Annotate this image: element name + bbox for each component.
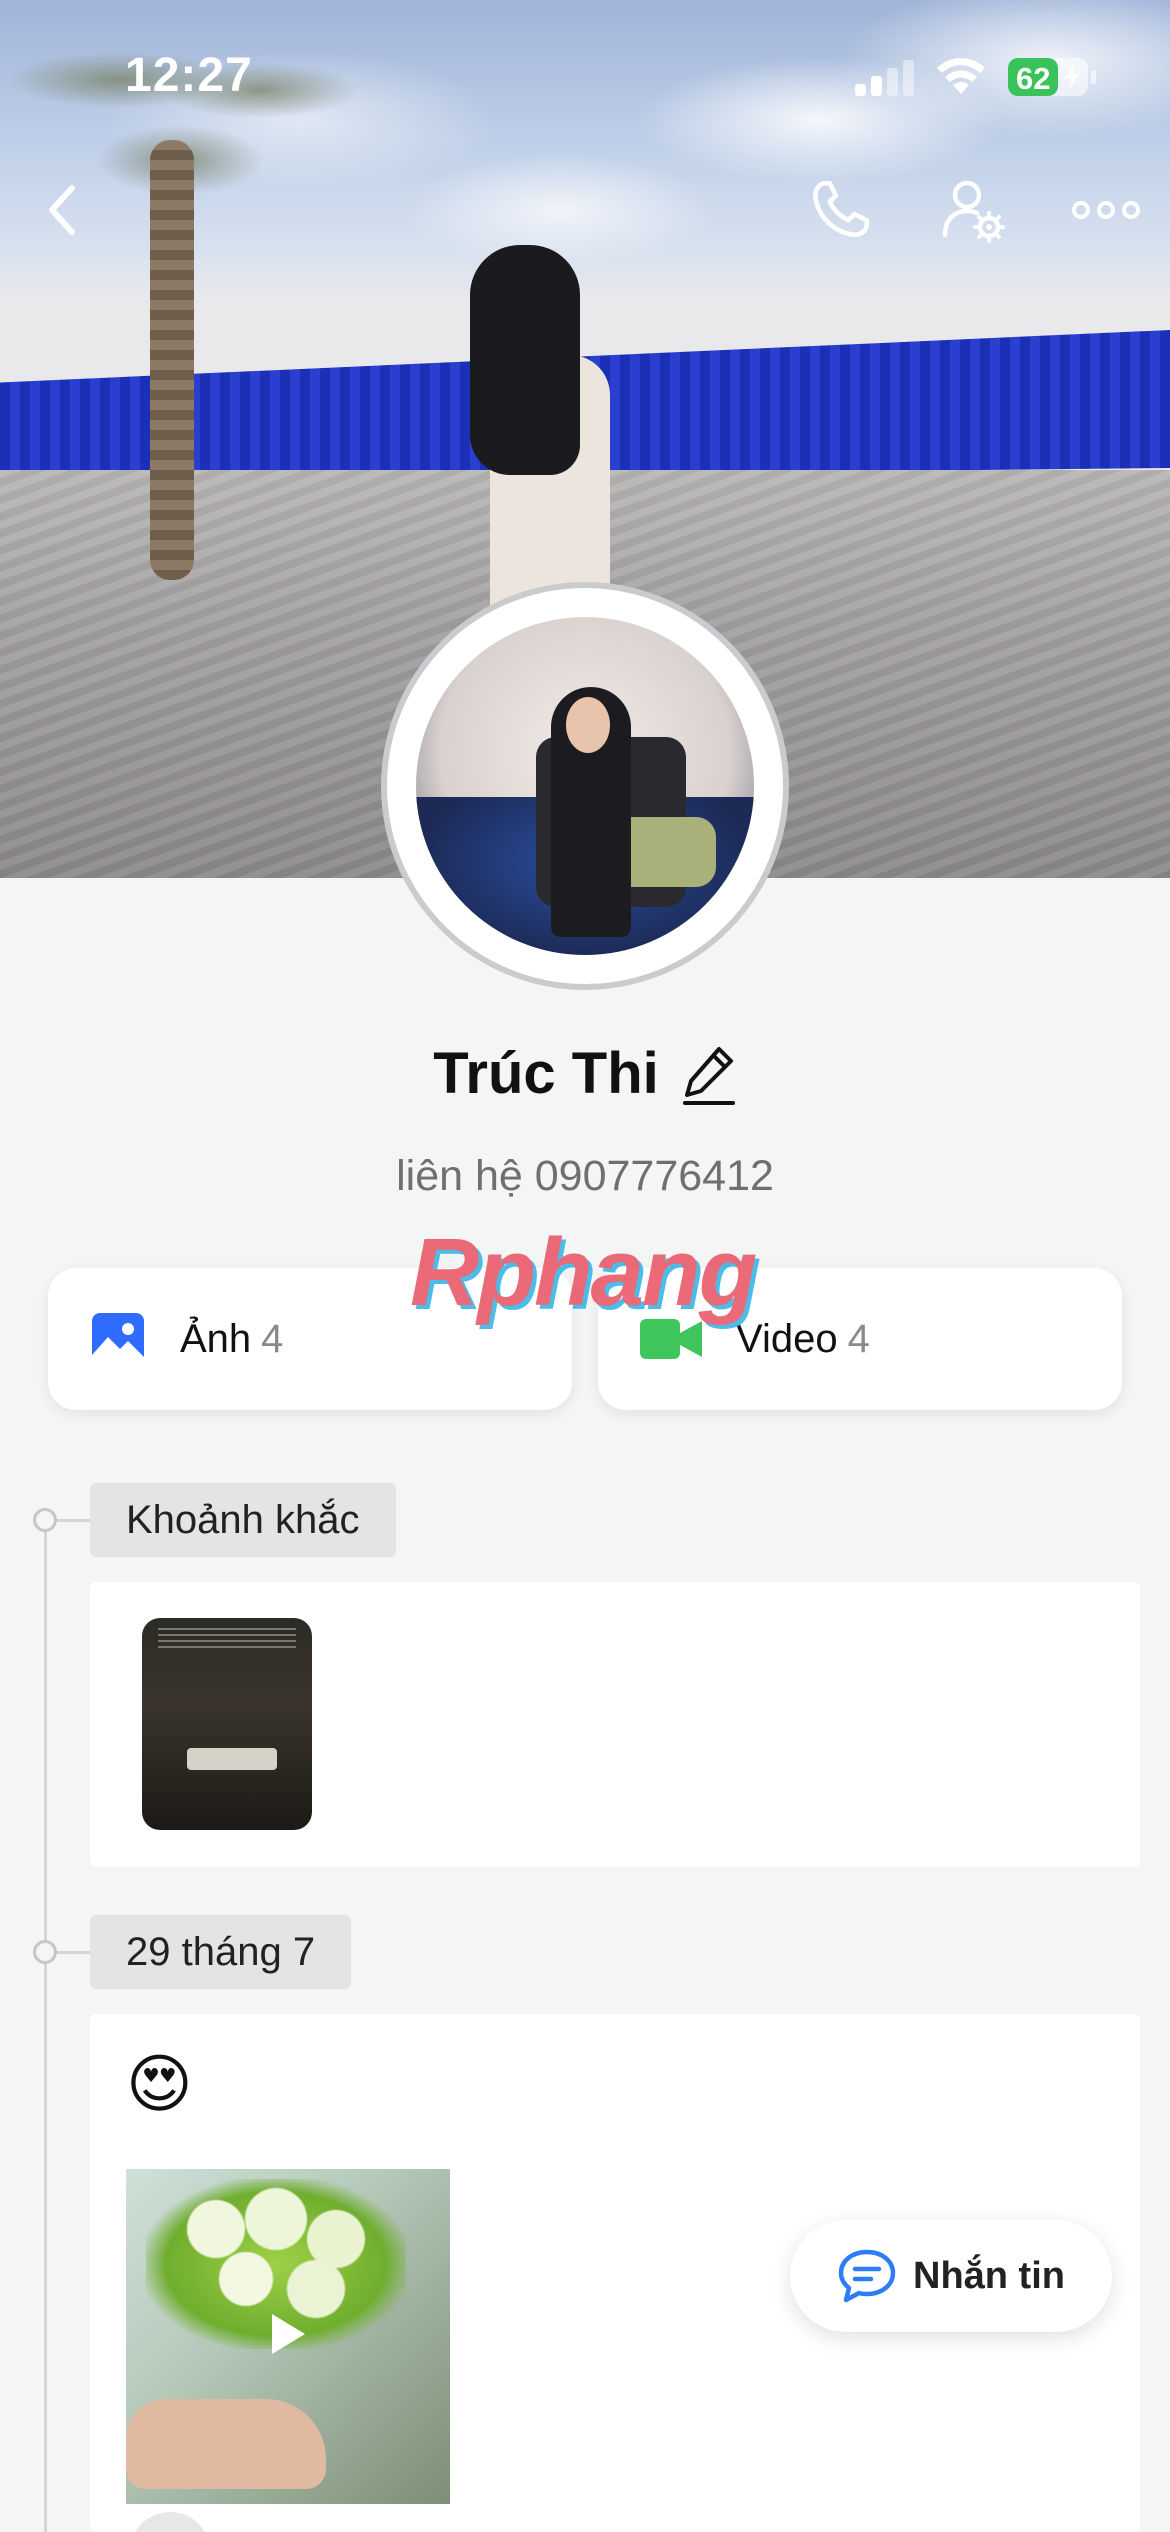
moment-caption-lines <box>158 1628 296 1648</box>
play-button[interactable] <box>263 2309 313 2359</box>
send-message-button[interactable]: Nhắn tin <box>790 2220 1112 2332</box>
cover-person-hair <box>470 245 580 475</box>
chevron-left-icon <box>49 185 75 235</box>
date-tag: 29 tháng 7 <box>90 1915 352 1989</box>
moment-thumbnail[interactable] <box>142 1618 312 1830</box>
post-video-thumbnail[interactable] <box>126 2169 450 2504</box>
more-options-button[interactable] <box>1066 170 1146 250</box>
profile-name: Trúc Thi <box>433 1041 659 1106</box>
user-gear-icon <box>942 180 1005 243</box>
image-icon <box>92 1313 144 1365</box>
wifi-icon <box>937 58 985 94</box>
photos-count: 4 <box>261 1316 284 1361</box>
cellular-signal-icon <box>855 60 917 96</box>
watermark-logo: Rphang <box>410 1219 757 1326</box>
send-message-label: Nhắn tin <box>913 2254 1065 2297</box>
pencil-icon[interactable] <box>681 1043 737 1105</box>
timeline-node <box>33 1940 57 1964</box>
timeline-node <box>33 1508 57 1532</box>
post-emoji: 😍 <box>126 2048 193 2120</box>
timeline-connector <box>57 1951 91 1954</box>
status-bar: 12:27 62 <box>0 0 1170 150</box>
status-time: 12:27 <box>125 49 253 102</box>
timeline-line <box>44 1520 47 2532</box>
moments-panel <box>90 1582 1140 1867</box>
battery-percent: 62 <box>1016 61 1051 96</box>
avatar-frame[interactable] <box>381 582 789 990</box>
videos-count: 4 <box>847 1316 870 1361</box>
battery-nub <box>1091 70 1096 84</box>
moment-bed <box>187 1748 277 1770</box>
back-button[interactable] <box>22 170 102 250</box>
photos-label: Ảnh <box>180 1316 252 1361</box>
moments-tag: Khoảnh khắc <box>90 1483 396 1557</box>
profile-settings-button[interactable] <box>932 170 1012 250</box>
phone-icon <box>812 180 870 238</box>
call-button[interactable] <box>800 170 880 250</box>
timeline-connector <box>57 1519 91 1522</box>
battery-icon: 62 <box>1008 58 1096 96</box>
cover-palm-trunk <box>150 140 194 580</box>
more-horizontal-icon <box>1072 201 1140 219</box>
charging-bolt-icon <box>1064 65 1080 89</box>
cover-person <box>470 245 620 615</box>
profile-bio: liên hệ 0907776412 <box>396 1152 774 1200</box>
avatar <box>416 617 754 955</box>
profile-name-row: Trúc Thi <box>0 1040 1170 1107</box>
chat-bubble-icon <box>838 2249 896 2303</box>
video-hand <box>126 2399 326 2489</box>
avatar-face <box>566 697 610 753</box>
play-icon <box>272 2314 305 2354</box>
